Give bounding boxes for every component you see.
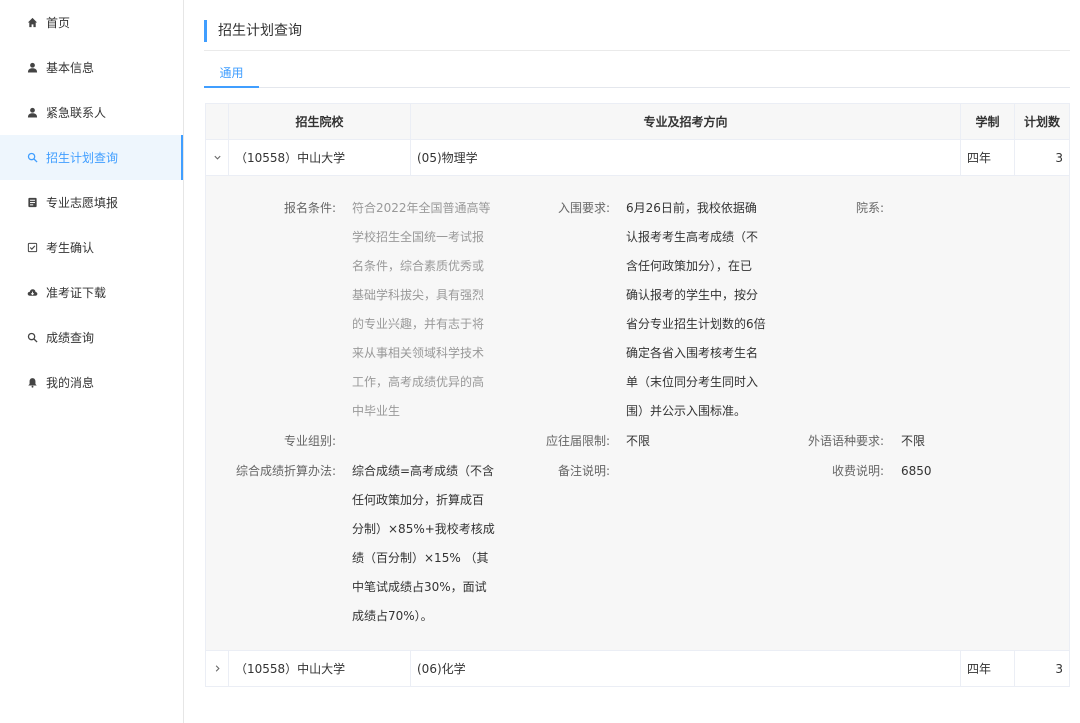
detail-panel: 报名条件: 符合2022年全国普通高等 学校招生全国统一考试报 名条件，综合素质… xyxy=(206,176,1068,650)
enrollment-plan-table: 招生院校 专业及招考方向 学制 计划数 （10558）中山大学 (05)物理学 … xyxy=(205,103,1070,687)
cell-duration: 四年 xyxy=(960,139,1015,176)
cell-plan-count: 3 xyxy=(1014,139,1070,176)
sidebar-item-admission-ticket[interactable]: 准考证下载 xyxy=(0,270,183,315)
value-score-method: 综合成绩=高考成绩（不含 任何政策加分，折算成百 分制）×85%+我校考核成 绩… xyxy=(352,464,495,623)
header-duration: 学制 xyxy=(960,103,1015,140)
header-major: 专业及招考方向 xyxy=(410,103,961,140)
search-icon xyxy=(26,332,38,344)
cell-duration: 四年 xyxy=(960,650,1015,687)
sidebar-item-score-query[interactable]: 成绩查询 xyxy=(0,315,183,360)
form-icon xyxy=(26,197,38,209)
sidebar-item-label: 首页 xyxy=(46,16,71,30)
label-remarks: 备注说明: xyxy=(557,464,610,478)
sidebar-item-label: 招生计划查询 xyxy=(46,151,119,165)
checkbox-icon xyxy=(26,242,38,254)
tab-bar: 通用 xyxy=(204,62,1070,88)
detail-cell: 报名条件: 符合2022年全国普通高等 学校招生全国统一考试报 名条件，综合素质… xyxy=(205,175,1070,651)
value-graduation-limit: 不限 xyxy=(626,434,651,448)
cell-school: （10558）中山大学 xyxy=(228,139,411,176)
expand-toggle[interactable] xyxy=(205,139,229,176)
chevron-right-icon xyxy=(215,664,220,672)
label-score-method: 综合成绩折算办法: xyxy=(235,464,336,478)
user-icon xyxy=(26,107,38,119)
cell-major: (05)物理学 xyxy=(410,139,961,176)
sidebar-item-label: 专业志愿填报 xyxy=(46,196,119,210)
page-header: 招生计划查询 xyxy=(204,18,1070,51)
sidebar: 首页 基本信息 紧急联系人 招生计划查询 专业志愿填报 考生确认 准考证下载 成… xyxy=(0,0,184,723)
cell-major: (06)化学 xyxy=(410,650,961,687)
header-expand xyxy=(205,103,229,140)
sidebar-item-label: 我的消息 xyxy=(46,376,95,390)
chevron-down-icon xyxy=(213,155,221,160)
search-icon xyxy=(26,152,38,164)
sidebar-item-basic-info[interactable]: 基本信息 xyxy=(0,45,183,90)
table-row[interactable]: （10558）中山大学 (05)物理学 四年 3 xyxy=(205,139,1070,176)
cloud-download-icon xyxy=(26,287,38,299)
sidebar-item-messages[interactable]: 我的消息 xyxy=(0,360,183,405)
sidebar-item-label: 准考证下载 xyxy=(46,286,107,300)
label-graduation-limit: 应往届限制: xyxy=(545,434,610,448)
sidebar-item-emergency-contact[interactable]: 紧急联系人 xyxy=(0,90,183,135)
value-fee: 6850 xyxy=(901,464,932,478)
home-icon xyxy=(26,17,38,29)
sidebar-item-major-application[interactable]: 专业志愿填报 xyxy=(0,180,183,225)
label-conditions: 报名条件: xyxy=(283,201,336,215)
sidebar-item-label: 成绩查询 xyxy=(46,331,95,345)
label-department: 院系: xyxy=(855,201,884,215)
cell-school: （10558）中山大学 xyxy=(228,650,411,687)
sidebar-item-label: 基本信息 xyxy=(46,61,95,75)
tab-general[interactable]: 通用 xyxy=(204,62,259,88)
bell-icon xyxy=(26,377,38,389)
sidebar-item-home[interactable]: 首页 xyxy=(0,0,183,45)
value-foreign-language: 不限 xyxy=(901,434,926,448)
table-row[interactable]: （10558）中山大学 (06)化学 四年 3 xyxy=(205,650,1070,687)
page-title: 招生计划查询 xyxy=(204,20,302,42)
sidebar-item-candidate-confirm[interactable]: 考生确认 xyxy=(0,225,183,270)
sidebar-item-label: 考生确认 xyxy=(46,241,95,255)
label-entry-requirement: 入围要求: xyxy=(557,201,610,215)
user-icon xyxy=(26,62,38,74)
main-content: 招生计划查询 通用 招生院校 专业及招考方向 学制 计划数 （10558）中山大… xyxy=(184,0,1080,723)
value-conditions: 符合2022年全国普通高等 学校招生全国统一考试报 名条件，综合素质优秀或 基础… xyxy=(352,201,491,418)
table-header-row: 招生院校 专业及招考方向 学制 计划数 xyxy=(205,103,1070,140)
sidebar-item-enrollment-plan[interactable]: 招生计划查询 xyxy=(0,135,183,180)
label-foreign-language: 外语语种要求: xyxy=(807,434,884,448)
sidebar-item-label: 紧急联系人 xyxy=(46,106,107,120)
label-fee: 收费说明: xyxy=(831,464,884,478)
header-school: 招生院校 xyxy=(228,103,411,140)
label-major-group: 专业组别: xyxy=(283,434,336,448)
expand-toggle[interactable] xyxy=(205,650,229,687)
cell-plan-count: 3 xyxy=(1014,650,1070,687)
table-row-detail: 报名条件: 符合2022年全国普通高等 学校招生全国统一考试报 名条件，综合素质… xyxy=(205,175,1070,651)
header-plan-count: 计划数 xyxy=(1014,103,1070,140)
value-entry-requirement: 6月26日前，我校依据确 认报考考生高考成绩（不 含任何政策加分），在已 确认报… xyxy=(626,201,766,418)
